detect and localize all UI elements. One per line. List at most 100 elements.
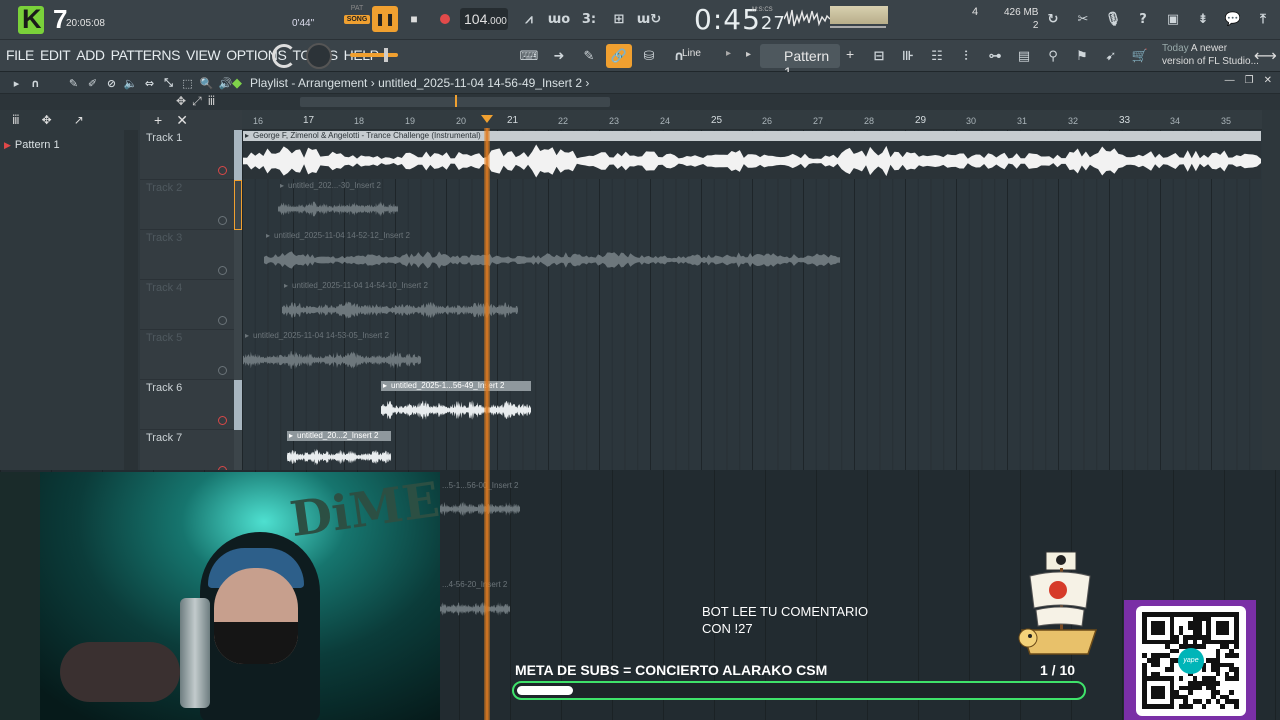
track-select-bar[interactable] xyxy=(234,330,242,380)
mute-tool-icon[interactable]: 🔈 xyxy=(122,75,139,91)
microphone-icon[interactable]: 🎙 xyxy=(1100,8,1126,30)
clip-label[interactable]: untitled_2025-1...56-49_Insert 2 xyxy=(381,381,531,391)
zoom-handle-icon[interactable]: ✥ xyxy=(176,94,186,109)
record-arm-icon[interactable] xyxy=(218,166,227,175)
channel-rack-icon[interactable]: ☷ xyxy=(924,44,950,68)
track-header-1[interactable]: Track 1 xyxy=(140,130,242,180)
pattern-prev-icon[interactable]: ▸ xyxy=(746,49,751,60)
audio-clip-lower-1[interactable] xyxy=(440,494,520,524)
pattern-list-item[interactable]: ▶ Pattern 1 xyxy=(4,139,60,151)
add-pattern-icon[interactable]: + xyxy=(846,46,854,62)
record-arm-icon[interactable] xyxy=(218,316,227,325)
help-icon[interactable]: ? xyxy=(1130,8,1156,30)
menu-file[interactable]: FILE xyxy=(6,47,34,63)
snap-mode[interactable]: Line xyxy=(682,48,701,59)
file-icon[interactable]: ▤ xyxy=(1011,44,1037,68)
shop-icon[interactable]: 🛒 xyxy=(1127,44,1153,68)
automation-icon[interactable]: ↗ xyxy=(74,113,84,130)
news-icon[interactable]: ⟷ xyxy=(1254,46,1277,66)
browser-icon[interactable]: ⊶ xyxy=(982,44,1008,68)
stop-button[interactable]: ■ xyxy=(401,6,427,32)
track-name[interactable]: Track 7 xyxy=(146,432,182,444)
track-select-bar[interactable] xyxy=(234,180,242,230)
pattern-selector[interactable]: Pattern 1 xyxy=(760,44,840,80)
qr-code[interactable]: yape xyxy=(1136,606,1246,716)
playlist-icon[interactable]: ⊟ xyxy=(866,44,892,68)
slip-tool-icon[interactable]: ⇔ xyxy=(141,75,158,91)
track-header-2[interactable]: Track 2 xyxy=(140,180,242,230)
track-header-5[interactable]: Track 5 xyxy=(140,330,242,380)
arrow-right-icon[interactable]: ➜ xyxy=(546,44,572,68)
clip-label[interactable]: untitled_2025-11-04 14-54-10_Insert 2 xyxy=(282,281,518,291)
tempo-tap-icon[interactable]: ⚑ xyxy=(1069,44,1095,68)
clip-label[interactable]: untitled_2025-11-04 14-53-05_Insert 2 xyxy=(243,331,421,341)
step-edit-icon[interactable]: ⊞ xyxy=(606,8,632,30)
add-track-icon[interactable]: + xyxy=(154,112,162,130)
playlist-menu-icon[interactable]: ▸ xyxy=(8,75,25,91)
lower-clip-label[interactable]: ...5-1...56-00_Insert 2 xyxy=(442,481,519,490)
audio-clip-track5[interactable]: untitled_2025-11-04 14-53-05_Insert 2 xyxy=(243,331,421,377)
countdown-icon[interactable]: 3: xyxy=(576,8,602,30)
clip-label[interactable]: untitled_2025-11-04 14-52-12_Insert 2 xyxy=(264,231,840,241)
save-icon[interactable]: ▣ xyxy=(1160,8,1186,30)
playhead-line[interactable] xyxy=(484,128,490,720)
news-panel[interactable]: Today A newer version of FL Studio... xyxy=(1162,42,1259,68)
slice-tool-icon[interactable]: ⤡ xyxy=(160,75,177,91)
audio-clip-main[interactable]: George F, Zimenol & Angelotti - Trance C… xyxy=(243,131,1261,179)
audio-clip-track6[interactable]: untitled_2025-1...56-49_Insert 2 xyxy=(381,381,531,427)
menu-add[interactable]: ADD xyxy=(76,47,105,63)
playlist-vertical-scrollbar[interactable] xyxy=(1262,110,1280,470)
track-header-4[interactable]: Track 4 xyxy=(140,280,242,330)
typing-keyboard-icon[interactable]: ⌨ xyxy=(516,44,542,68)
breadcrumb-root[interactable]: Playlist - Arrangement xyxy=(250,76,367,90)
piano-icon[interactable]: ⅲ xyxy=(208,94,216,109)
menu-edit[interactable]: EDIT xyxy=(40,47,71,63)
breadcrumb-file[interactable]: untitled_2025-11-04 14-56-49_Insert 2 xyxy=(378,76,582,90)
audio-clip-lower-2[interactable] xyxy=(440,594,510,624)
track-select-bar[interactable] xyxy=(234,230,242,280)
magnet-snap-icon[interactable]: ∩ xyxy=(27,75,44,91)
pencil-icon[interactable]: ✎ xyxy=(576,44,602,68)
piano-roll-icon[interactable]: ⅲ xyxy=(12,113,20,130)
close-icon[interactable]: ✕ xyxy=(1264,75,1272,86)
song-mode-label[interactable]: SONG xyxy=(344,15,370,24)
track-header-3[interactable]: Track 3 xyxy=(140,230,242,280)
link-icon[interactable]: 🔗 xyxy=(606,44,632,68)
plugin-icon[interactable]: ⚲ xyxy=(1040,44,1066,68)
track-name[interactable]: Track 2 xyxy=(146,182,182,194)
tempo-display[interactable]: 104.000 xyxy=(460,8,508,30)
record-arm-icon[interactable] xyxy=(218,266,227,275)
lower-clip-label[interactable]: ...4-56-20_Insert 2 xyxy=(442,580,507,589)
menu-patterns[interactable]: PATTERNS xyxy=(111,47,181,63)
slider-handle[interactable] xyxy=(384,48,388,62)
maximize-icon[interactable]: ❐ xyxy=(1245,75,1254,86)
playhead-marker[interactable] xyxy=(481,115,493,123)
render-icon[interactable]: ⇟ xyxy=(1190,8,1216,30)
play-pause-button[interactable]: ❚❚ xyxy=(372,6,398,32)
track-header-6[interactable]: Track 6 xyxy=(140,380,242,430)
undo-history-icon[interactable]: ↻ xyxy=(1040,8,1066,30)
timeline-ruler[interactable]: 16 17 18 19 20 21 22 23 24 25 26 27 28 2… xyxy=(242,110,1262,130)
track-name[interactable]: Track 3 xyxy=(146,232,182,244)
track-select-bar[interactable] xyxy=(234,380,242,430)
record-arm-icon[interactable] xyxy=(218,416,227,425)
cut-icon[interactable]: ✂ xyxy=(1070,8,1096,30)
clip-label[interactable]: untitled_202...-30_Insert 2 xyxy=(278,181,398,191)
track-name[interactable]: Track 4 xyxy=(146,282,182,294)
clip-label[interactable]: untitled_20...2_Insert 2 xyxy=(287,431,391,441)
draw-tool-icon[interactable]: ✎ xyxy=(65,75,82,91)
snap-chevron-icon[interactable]: ▸ xyxy=(726,48,731,59)
loop-record-icon[interactable]: ɯ↻ xyxy=(636,8,662,30)
mixer-icon[interactable]: ⫶ xyxy=(953,44,979,68)
pat-mode-label[interactable]: PAT xyxy=(344,5,370,12)
track-select-bar[interactable] xyxy=(234,280,242,330)
piano-roll-icon[interactable]: ⊪ xyxy=(895,44,921,68)
delete-tool-icon[interactable]: ⊘ xyxy=(103,75,120,91)
menu-view[interactable]: VIEW xyxy=(186,47,221,63)
remove-track-icon[interactable]: ✕ xyxy=(176,112,188,130)
record-button[interactable] xyxy=(432,6,458,32)
master-volume-knob[interactable] xyxy=(306,43,332,69)
audio-clip-track4[interactable]: untitled_2025-11-04 14-54-10_Insert 2 xyxy=(282,281,518,327)
paint-tool-icon[interactable]: ✐ xyxy=(84,75,101,91)
pat-song-toggle[interactable]: PAT SONG xyxy=(344,5,370,33)
